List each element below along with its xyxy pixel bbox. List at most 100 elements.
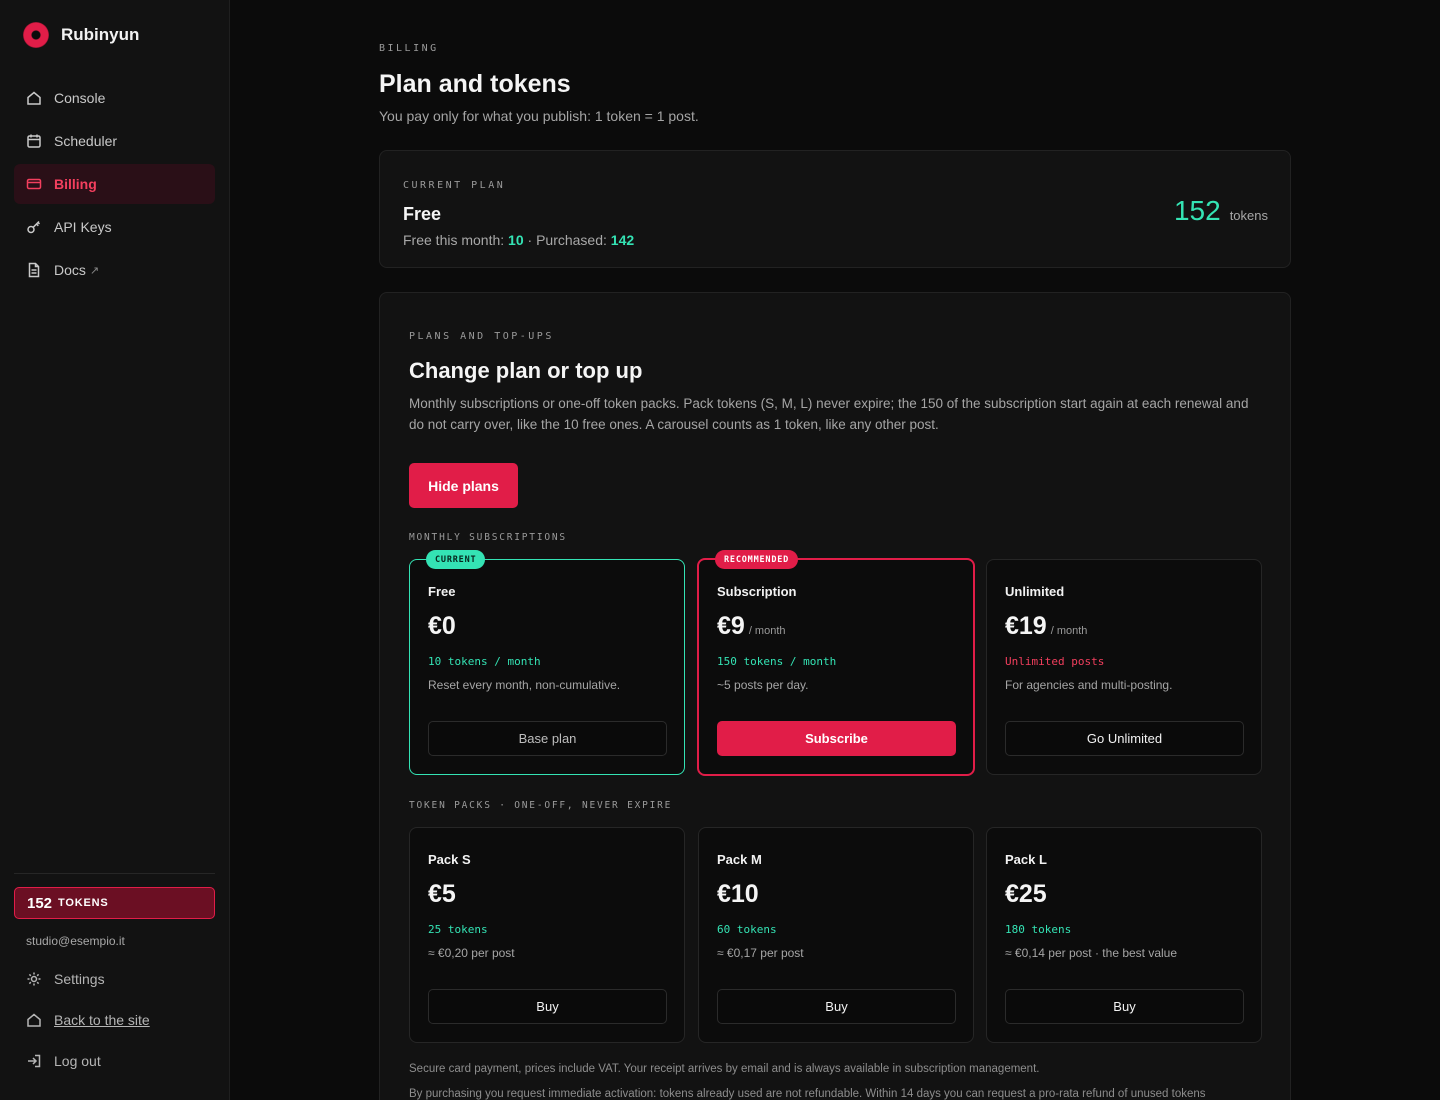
current-plan-meta: Free this month: 10 · Purchased: 142 (403, 232, 634, 248)
pack-tile-m: Pack M €10 60 tokens ≈ €0,17 per post Bu… (698, 827, 974, 1043)
plans-eyebrow: PLANS AND TOP-UPS (409, 331, 554, 342)
current-plan-name: Free (403, 204, 442, 224)
plans-card: PLANS AND TOP-UPS Change plan or top up … (379, 292, 1291, 1100)
token-balance-badge[interactable]: 152 TOKENS (14, 887, 215, 919)
plan-note: ~5 posts per day. (717, 678, 809, 692)
sidebar-divider (14, 873, 215, 874)
plan-price-period: / month (748, 625, 786, 637)
pack-tokens: 25 tokens (428, 923, 488, 936)
pack-note: ≈ €0,14 per post · the best value (1005, 946, 1178, 960)
logout-link[interactable]: Log out (26, 1053, 101, 1069)
brand-name: Rubinyun (61, 25, 140, 44)
logout-icon (28, 1054, 41, 1068)
pack-price-value: €25 (1005, 880, 1047, 908)
brand-logo-icon (23, 22, 49, 48)
key-icon (27, 220, 41, 234)
meta-separator: · (527, 232, 533, 248)
sidebar-item-label: Console (54, 90, 106, 106)
back-to-site-label: Back to the site (54, 1012, 150, 1028)
back-to-site-link[interactable]: Back to the site (26, 1012, 150, 1028)
plan-price: €9 / month (717, 612, 786, 641)
go-unlimited-button[interactable]: Go Unlimited (1005, 721, 1244, 756)
pack-name: Pack S (428, 852, 471, 867)
pack-tokens: 60 tokens (717, 923, 777, 936)
plan-name: Unlimited (1005, 584, 1065, 599)
gear-icon (27, 972, 41, 986)
page-title: Plan and tokens (379, 70, 571, 98)
token-balance-number: 152 (1173, 195, 1221, 226)
current-plan-eyebrow: CURRENT PLAN (403, 180, 506, 191)
settings-label: Settings (54, 971, 105, 987)
plan-tokens: 10 tokens / month (428, 655, 541, 668)
subscribe-button[interactable]: Subscribe (717, 721, 956, 756)
plan-price: €19 / month (1005, 612, 1087, 641)
logout-label: Log out (54, 1053, 101, 1069)
pack-price: €10 (717, 880, 759, 909)
page-subtitle: You pay only for what you publish: 1 tok… (379, 108, 699, 124)
sidebar-item-docs[interactable]: Docs ↗ (14, 250, 215, 290)
sidebar-item-label: Billing (54, 176, 97, 192)
sidebar: Rubinyun Console Scheduler Billing API K… (0, 0, 230, 1100)
plans-description: Monthly subscriptions or one-off token p… (409, 396, 1249, 432)
pack-tokens: 180 tokens (1005, 923, 1072, 936)
purchased-value: 142 (610, 232, 635, 248)
home-icon (27, 91, 41, 105)
external-link-icon: ↗ (89, 264, 100, 277)
footnote-refund: By purchasing you request immediate acti… (409, 1088, 1206, 1100)
purchased-label: Purchased: (536, 232, 607, 248)
token-balance-label: TOKENS (58, 897, 109, 909)
sidebar-item-scheduler[interactable]: Scheduler (14, 121, 215, 161)
sidebar-item-billing[interactable]: Billing (14, 164, 215, 204)
pack-note: ≈ €0,20 per post (428, 946, 515, 960)
plan-name: Subscription (717, 584, 797, 599)
token-balance-count: 152 (27, 894, 53, 912)
pack-price-value: €5 (428, 880, 456, 908)
recommended-tag: RECOMMENDED (715, 550, 799, 569)
page-eyebrow: BILLING (379, 43, 439, 54)
card-icon (26, 178, 42, 190)
sidebar-item-label: Scheduler (54, 133, 118, 149)
plan-price-value: €0 (428, 612, 456, 640)
sidebar-item-console[interactable]: Console (14, 78, 215, 118)
plan-price-value: €9 (717, 612, 745, 640)
brand[interactable]: Rubinyun (23, 22, 139, 48)
sidebar-item-label: Docs (54, 262, 86, 278)
settings-link[interactable]: Settings (26, 971, 105, 987)
pack-price: €25 (1005, 880, 1047, 909)
buy-pack-m-button[interactable]: Buy (717, 989, 956, 1024)
token-balance: 152 tokens (1174, 195, 1268, 227)
pack-tile-s: Pack S €5 25 tokens ≈ €0,20 per post Buy (409, 827, 685, 1043)
packs-label: TOKEN PACKS · ONE-OFF, NEVER EXPIRE (409, 800, 673, 811)
pack-tile-l: Pack L €25 180 tokens ≈ €0,14 per post ·… (986, 827, 1262, 1043)
sidebar-item-label: API Keys (54, 219, 112, 235)
plan-price-period: / month (1050, 625, 1088, 637)
plan-tile-subscription: RECOMMENDED Subscription €9 / month 150 … (697, 550, 975, 776)
base-plan-button[interactable]: Base plan (428, 721, 667, 756)
plan-price: €0 (428, 612, 456, 641)
doc-icon (28, 262, 40, 278)
pack-name: Pack M (717, 852, 762, 867)
pack-note: ≈ €0,17 per post (717, 946, 804, 960)
sidebar-item-api-keys[interactable]: API Keys (14, 207, 215, 247)
free-month-label: Free this month: (403, 232, 505, 248)
footnote-payment: Secure card payment, prices include VAT.… (409, 1063, 1040, 1075)
free-month-value: 10 (508, 232, 524, 248)
plan-price-value: €19 (1005, 612, 1047, 640)
buy-pack-l-button[interactable]: Buy (1005, 989, 1244, 1024)
pack-price: €5 (428, 880, 456, 909)
buy-pack-s-button[interactable]: Buy (428, 989, 667, 1024)
current-plan-card: CURRENT PLAN Free Free this month: 10 · … (379, 150, 1291, 268)
subscriptions-label: MONTHLY SUBSCRIPTIONS (409, 532, 567, 543)
home-icon (27, 1013, 41, 1027)
plan-name: Free (428, 584, 456, 599)
pack-price-value: €10 (717, 880, 759, 908)
calendar-icon (27, 134, 41, 148)
hide-plans-button[interactable]: Hide plans (409, 463, 518, 508)
plans-title: Change plan or top up (409, 358, 643, 383)
plan-tile-free: CURRENT Free €0 10 tokens / month Reset … (409, 550, 685, 775)
pack-name: Pack L (1005, 852, 1047, 867)
plan-tokens: 150 tokens / month (717, 655, 837, 668)
plan-tile-unlimited: Unlimited €19 / month Unlimited posts Fo… (986, 559, 1262, 775)
token-balance-unit: tokens (1229, 208, 1268, 223)
plan-tokens: Unlimited posts (1005, 655, 1105, 668)
